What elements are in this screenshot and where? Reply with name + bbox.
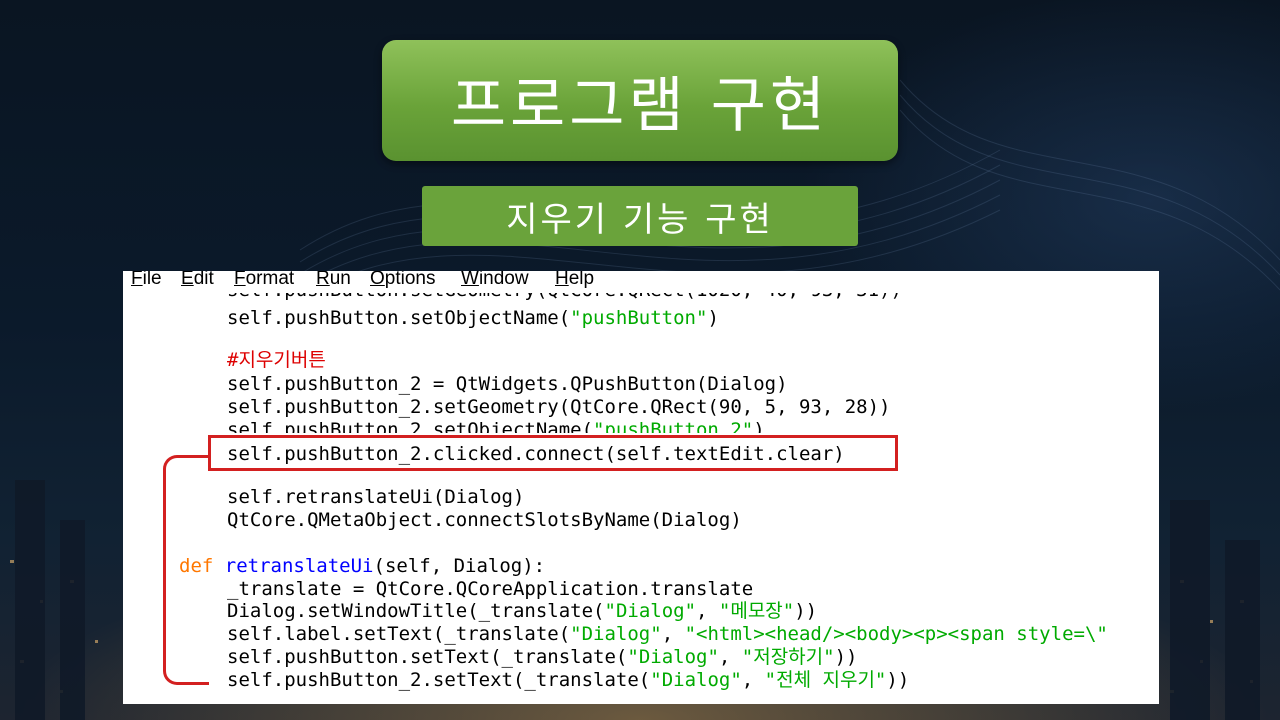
code-line: self.pushButton_2.setObjectName("pushBut… xyxy=(227,419,765,433)
menu-options[interactable]: Options xyxy=(370,271,435,290)
menu-window[interactable]: Window xyxy=(461,271,529,290)
code-line: QtCore.QMetaObject.connectSlotsByName(Di… xyxy=(227,509,742,531)
idle-editor-window: self.pushButton.setGeometry(QtCore.QRect… xyxy=(123,271,1159,704)
slide-subtitle: 지우기 기능 구현 xyxy=(422,186,858,246)
highlight-bracket xyxy=(163,455,209,685)
code-area[interactable]: self.pushButton.setGeometry(QtCore.QRect… xyxy=(123,271,1108,691)
code-line: self.pushButton_2 = QtWidgets.QPushButto… xyxy=(227,373,788,395)
code-comment: #지우기버튼 xyxy=(227,349,326,371)
slide-title: 프로그램 구현 xyxy=(382,40,898,161)
code-line: self.pushButton_2.setGeometry(QtCore.QRe… xyxy=(227,396,891,418)
menu-bar: File Edit Format Run Options Window Help xyxy=(123,271,1159,293)
code-line: self.pushButton.setObjectName("pushButto… xyxy=(227,307,719,329)
menu-format[interactable]: Format xyxy=(234,271,294,290)
menu-edit[interactable]: Edit xyxy=(181,271,214,290)
code-def-line: def retranslateUi(self, Dialog): xyxy=(179,555,546,577)
menu-help[interactable]: Help xyxy=(555,271,594,290)
code-line: self.pushButton.setText(_translate("Dial… xyxy=(227,646,858,668)
code-line: _translate = QtCore.QCoreApplication.tra… xyxy=(227,578,754,600)
menu-run[interactable]: Run xyxy=(316,271,351,290)
code-line: Dialog.setWindowTitle(_translate("Dialog… xyxy=(227,600,818,622)
highlight-box xyxy=(208,435,898,471)
code-line: self.pushButton_2.setText(_translate("Di… xyxy=(227,669,910,691)
code-line: self.retranslateUi(Dialog) xyxy=(227,486,525,508)
menu-file[interactable]: File xyxy=(131,271,162,290)
code-line: self.label.setText(_translate("Dialog", … xyxy=(227,623,1108,645)
